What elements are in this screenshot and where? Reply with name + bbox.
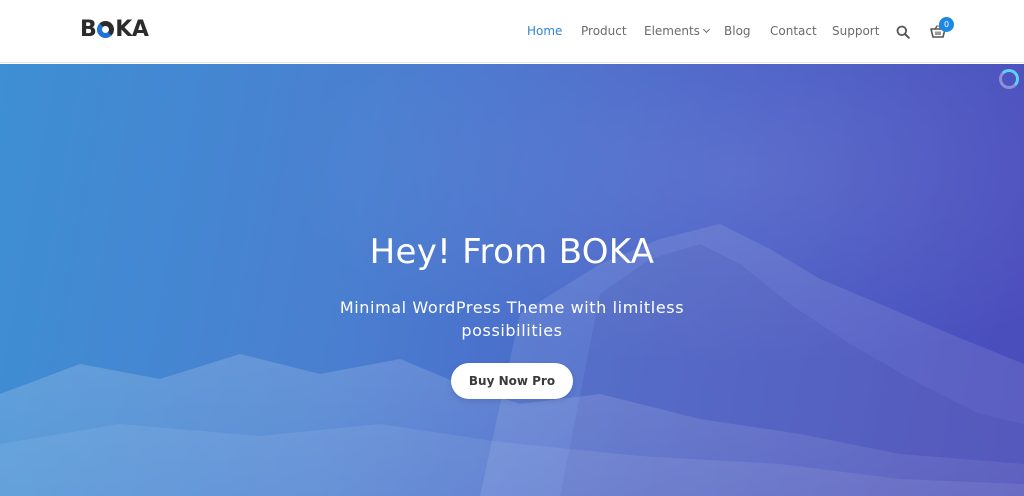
chevron-down-icon bbox=[702, 25, 710, 34]
logo-letter-b: B bbox=[80, 16, 97, 42]
nav-product[interactable]: Product bbox=[581, 24, 627, 38]
hero-subtitle-line1: Minimal WordPress Theme with limitless bbox=[339, 298, 685, 317]
nav-elements[interactable]: Elements bbox=[644, 24, 710, 38]
mountain-background-image bbox=[0, 64, 1024, 496]
cart-count-badge: 0 bbox=[939, 17, 954, 32]
hero-subtitle: Minimal WordPress Theme with limitless p… bbox=[0, 296, 1024, 342]
loading-spinner-icon bbox=[999, 69, 1019, 89]
search-icon bbox=[896, 25, 910, 39]
hero-title: Hey! From BOKA bbox=[369, 232, 655, 272]
logo-o-icon bbox=[97, 20, 115, 38]
site-header: B KA Home Product Elements Blog Contact … bbox=[0, 0, 1024, 63]
hero-subtitle-line2: possibilities bbox=[461, 321, 563, 340]
logo-letters-ka: KA bbox=[115, 16, 149, 42]
nav-support[interactable]: Support bbox=[832, 24, 879, 38]
nav-contact[interactable]: Contact bbox=[770, 24, 817, 38]
nav-home-label: Home bbox=[527, 24, 563, 38]
nav-contact-label: Contact bbox=[770, 24, 817, 38]
buy-now-pro-button[interactable]: Buy Now Pro bbox=[451, 363, 573, 399]
nav-home[interactable]: Home bbox=[527, 24, 562, 38]
hero-section bbox=[0, 64, 1024, 496]
nav-blog-label: Blog bbox=[724, 24, 751, 38]
nav-support-label: Support bbox=[832, 24, 880, 38]
nav-elements-label: Elements bbox=[644, 24, 700, 38]
search-button[interactable] bbox=[896, 25, 910, 39]
site-logo[interactable]: B KA bbox=[80, 16, 149, 42]
nav-product-label: Product bbox=[581, 24, 627, 38]
nav-blog[interactable]: Blog bbox=[724, 24, 751, 38]
